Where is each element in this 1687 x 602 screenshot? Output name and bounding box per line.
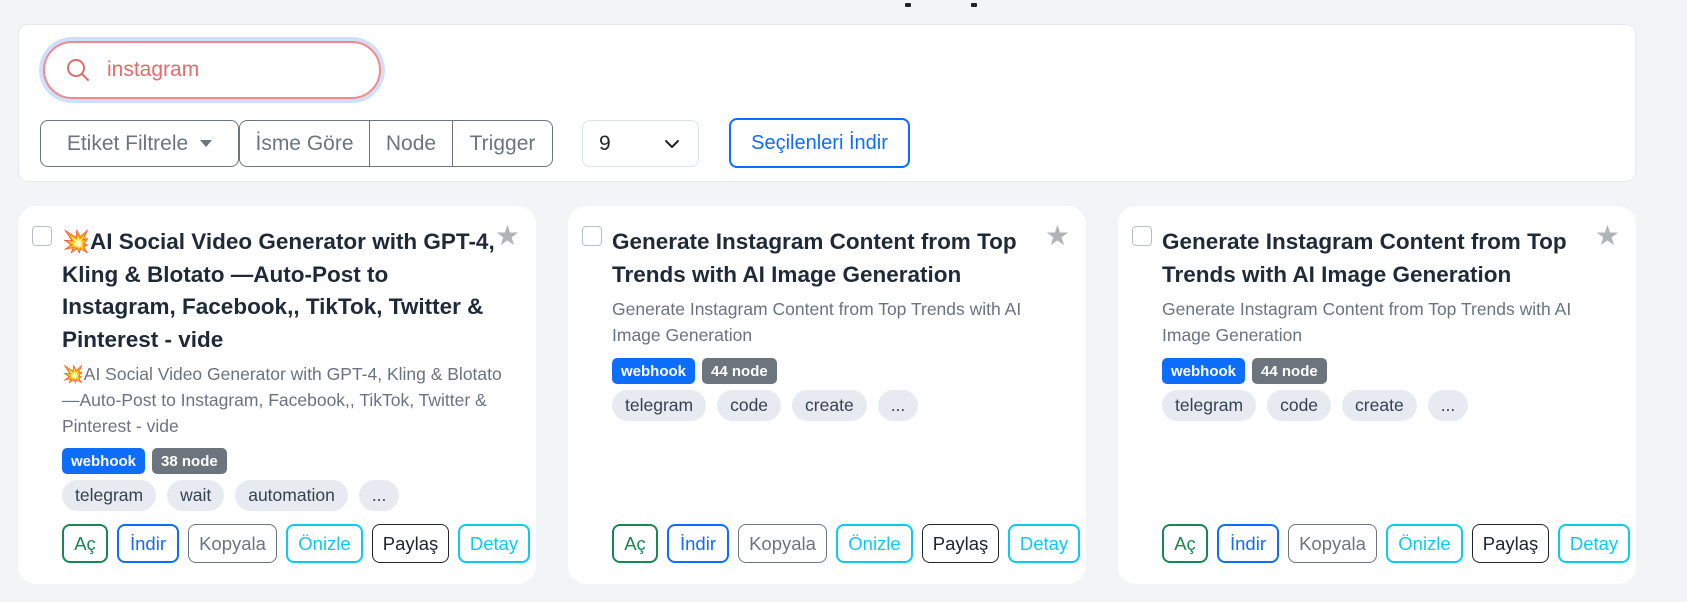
select-checkbox[interactable] — [32, 226, 52, 246]
share-button[interactable]: Paylaş — [922, 524, 999, 563]
open-button[interactable]: Aç — [62, 524, 108, 563]
trigger-badge: webhook — [1162, 358, 1246, 384]
card-actions: Aç İndir Kopyala Önizle Paylaş Detay — [1162, 524, 1630, 563]
star-icon[interactable]: ★ — [1595, 222, 1620, 250]
star-icon[interactable]: ★ — [1045, 222, 1070, 250]
preview-button[interactable]: Önizle — [836, 524, 913, 563]
card-title: Generate Instagram Content from Top Tren… — [612, 229, 1017, 287]
more-tags-chip[interactable]: ... — [358, 480, 400, 511]
card-actions: Aç İndir Kopyala Önizle Paylaş Detay — [62, 524, 530, 563]
detail-button[interactable]: Detay — [1558, 524, 1630, 563]
tag-filter-dropdown[interactable]: Etiket Filtrele — [40, 120, 239, 167]
cropped-heading-glyphs — [905, 0, 1105, 7]
card-title: Generate Instagram Content from Top Tren… — [1162, 229, 1567, 287]
share-button[interactable]: Paylaş — [1472, 524, 1549, 563]
more-tags-chip[interactable]: ... — [877, 390, 919, 421]
sort-by-trigger-button[interactable]: Trigger — [452, 121, 552, 166]
select-checkbox[interactable] — [1132, 226, 1152, 246]
card-tags: telegram code create ... — [1162, 390, 1469, 421]
card-actions: Aç İndir Kopyala Önizle Paylaş Detay — [612, 524, 1080, 563]
card-description: Generate Instagram Content from Top Tren… — [1162, 299, 1572, 345]
card-tags: telegram wait automation ... — [62, 480, 400, 511]
download-selected-button[interactable]: Seçilenleri İndir — [729, 118, 910, 168]
more-tags-chip[interactable]: ... — [1427, 390, 1469, 421]
page-size-select[interactable]: 9 — [582, 120, 699, 167]
card-title: 💥AI Social Video Generator with GPT-4, K… — [62, 229, 495, 352]
card-description: 💥AI Social Video Generator with GPT-4, K… — [62, 364, 502, 436]
search-focus-ring — [39, 37, 385, 103]
filter-panel: Etiket Filtrele İsme Göre Node Trigger 9… — [18, 24, 1636, 182]
open-button[interactable]: Aç — [612, 524, 658, 563]
detail-button[interactable]: Detay — [1008, 524, 1080, 563]
search-icon — [67, 59, 89, 81]
sort-button-group: İsme Göre Node Trigger — [239, 120, 553, 167]
tag-chip[interactable]: automation — [235, 480, 348, 511]
tag-chip[interactable]: telegram — [1162, 390, 1257, 421]
card-tags: telegram code create ... — [612, 390, 919, 421]
copy-button[interactable]: Kopyala — [738, 524, 827, 563]
trigger-badge: webhook — [612, 358, 696, 384]
tag-chip[interactable]: telegram — [612, 390, 707, 421]
search-input[interactable] — [107, 58, 327, 82]
detail-button[interactable]: Detay — [458, 524, 530, 563]
select-checkbox[interactable] — [582, 226, 602, 246]
card-badges: webhook 38 node — [62, 448, 227, 474]
workflow-card: ★ 💥AI Social Video Generator with GPT-4,… — [18, 206, 536, 584]
tag-chip[interactable]: wait — [167, 480, 225, 511]
node-count-badge: 44 node — [1252, 358, 1327, 384]
node-count-badge: 38 node — [152, 448, 227, 474]
card-badges: webhook 44 node — [1162, 358, 1327, 384]
copy-button[interactable]: Kopyala — [188, 524, 277, 563]
preview-button[interactable]: Önizle — [286, 524, 363, 563]
chevron-down-icon — [665, 139, 679, 148]
search-box[interactable] — [43, 41, 381, 99]
tag-filter-label: Etiket Filtrele — [66, 131, 189, 155]
node-count-badge: 44 node — [702, 358, 777, 384]
tag-chip[interactable]: code — [717, 390, 782, 421]
workflow-card: ★ Generate Instagram Content from Top Tr… — [568, 206, 1086, 584]
download-button[interactable]: İndir — [117, 524, 179, 563]
caret-down-icon — [200, 140, 213, 147]
preview-button[interactable]: Önizle — [1386, 524, 1463, 563]
tag-chip[interactable]: code — [1267, 390, 1332, 421]
download-button[interactable]: İndir — [667, 524, 729, 563]
tag-chip[interactable]: create — [792, 390, 867, 421]
page-heading-remnant — [0, 0, 1687, 10]
copy-button[interactable]: Kopyala — [1288, 524, 1377, 563]
tag-chip[interactable]: telegram — [62, 480, 157, 511]
card-badges: webhook 44 node — [612, 358, 777, 384]
trigger-badge: webhook — [62, 448, 146, 474]
workflow-card: ★ Generate Instagram Content from Top Tr… — [1118, 206, 1636, 584]
share-button[interactable]: Paylaş — [372, 524, 449, 563]
tag-chip[interactable]: create — [1342, 390, 1417, 421]
download-button[interactable]: İndir — [1217, 524, 1279, 563]
open-button[interactable]: Aç — [1162, 524, 1208, 563]
sort-by-node-button[interactable]: Node — [369, 121, 452, 166]
page-size-value: 9 — [599, 131, 611, 155]
card-description: Generate Instagram Content from Top Tren… — [612, 299, 1022, 345]
sort-by-name-button[interactable]: İsme Göre — [240, 121, 369, 166]
